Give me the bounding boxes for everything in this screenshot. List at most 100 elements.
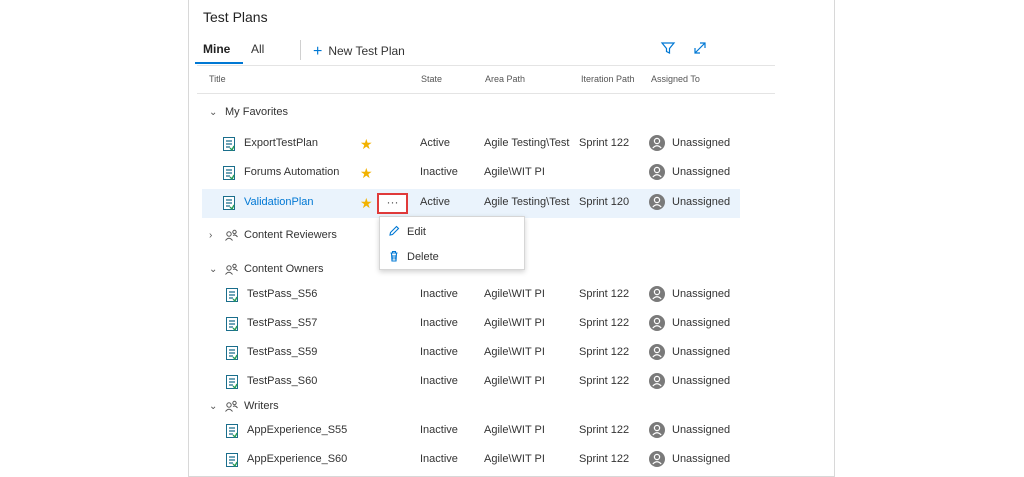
tab-all[interactable]: All xyxy=(251,42,264,56)
page-title: Test Plans xyxy=(203,9,268,25)
header-top-divider xyxy=(197,65,775,66)
test-plan-icon xyxy=(223,196,235,210)
user-avatar-icon xyxy=(649,451,665,467)
plan-area-path: Agile\WIT PI xyxy=(484,317,545,329)
plan-iteration: Sprint 122 xyxy=(579,288,630,300)
plan-iteration: Sprint 122 xyxy=(579,424,630,436)
table-row[interactable]: AppExperience_S55 Inactive Agile\WIT PI … xyxy=(202,417,740,446)
plan-assigned-to: Unassigned xyxy=(672,346,731,358)
plan-state: Inactive xyxy=(420,375,458,387)
menu-item-delete[interactable]: Delete xyxy=(388,247,518,269)
menu-item-edit[interactable]: Edit xyxy=(388,222,518,244)
group-label: Content Owners xyxy=(244,263,324,275)
column-header-iteration-path[interactable]: Iteration Path xyxy=(581,74,635,84)
plan-assigned-to: Unassigned xyxy=(672,137,731,149)
plan-state: Inactive xyxy=(420,288,458,300)
group-content-reviewers[interactable]: › Content Reviewers xyxy=(209,229,337,249)
plan-assigned-to: Unassigned xyxy=(672,453,731,465)
plan-iteration: Sprint 122 xyxy=(579,375,630,387)
favorite-star-icon[interactable]: ★ xyxy=(360,195,373,212)
plan-state: Inactive xyxy=(420,317,458,329)
test-plans-panel: Test Plans Mine All + New Test Plan Title… xyxy=(188,0,835,477)
test-plan-icon xyxy=(223,137,235,151)
favorite-star-icon[interactable]: ★ xyxy=(360,165,373,182)
plan-assigned-to: Unassigned xyxy=(672,196,731,208)
plan-name[interactable]: TestPass_S56 xyxy=(247,288,317,300)
menu-item-label: Delete xyxy=(407,251,439,263)
plan-name-link[interactable]: ValidationPlan xyxy=(244,196,314,208)
tab-mine[interactable]: Mine xyxy=(203,42,230,56)
group-my-favorites[interactable]: ⌄ My Favorites xyxy=(209,106,288,126)
plan-assigned-to: Unassigned xyxy=(672,288,731,300)
pencil-icon xyxy=(389,225,400,236)
user-avatar-icon xyxy=(649,164,665,180)
team-icon xyxy=(225,263,238,275)
plan-state: Inactive xyxy=(420,166,458,178)
column-header-assigned-to[interactable]: Assigned To xyxy=(651,74,700,84)
user-avatar-icon xyxy=(649,194,665,210)
plan-state: Active xyxy=(420,196,450,208)
user-avatar-icon xyxy=(649,422,665,438)
plan-state: Inactive xyxy=(420,453,458,465)
test-plan-icon xyxy=(226,346,238,360)
plan-iteration: Sprint 122 xyxy=(579,453,630,465)
toolbar-divider xyxy=(300,40,301,60)
plan-area-path: Agile\WIT PI xyxy=(484,375,545,387)
table-row[interactable]: TestPass_S60 Inactive Agile\WIT PI Sprin… xyxy=(202,368,740,397)
plan-area-path: Agile\WIT PI xyxy=(484,453,545,465)
table-row[interactable]: TestPass_S56 Inactive Agile\WIT PI Sprin… xyxy=(202,281,740,310)
filter-icon[interactable] xyxy=(660,40,676,56)
plan-area-path: Agile\WIT PI xyxy=(484,288,545,300)
table-row-selected[interactable]: ValidationPlan ★ Active Agile Testing\Te… xyxy=(202,189,740,218)
test-plan-icon xyxy=(223,166,235,180)
table-row[interactable]: AppExperience_S60 Inactive Agile\WIT PI … xyxy=(202,446,740,475)
table-row[interactable]: TestPass_S59 Inactive Agile\WIT PI Sprin… xyxy=(202,339,740,368)
table-row[interactable]: ExportTestPlan ★ Active Agile Testing\Te… xyxy=(202,130,740,159)
team-icon xyxy=(225,400,238,412)
context-menu: Edit Delete xyxy=(379,216,525,270)
column-header-area-path[interactable]: Area Path xyxy=(485,74,525,84)
plan-state: Inactive xyxy=(420,346,458,358)
expand-icon[interactable] xyxy=(692,40,708,56)
plan-assigned-to: Unassigned xyxy=(672,317,731,329)
plan-name[interactable]: TestPass_S60 xyxy=(247,375,317,387)
plan-name[interactable]: TestPass_S59 xyxy=(247,346,317,358)
test-plan-icon xyxy=(226,453,238,467)
user-avatar-icon xyxy=(649,286,665,302)
plan-iteration: Sprint 122 xyxy=(579,346,630,358)
team-icon xyxy=(225,229,238,241)
menu-item-label: Edit xyxy=(407,226,426,238)
table-row[interactable]: Forums Automation ★ Inactive Agile\WIT P… xyxy=(202,159,740,188)
plus-icon: + xyxy=(313,43,323,60)
plan-name[interactable]: TestPass_S57 xyxy=(247,317,317,329)
chevron-down-icon: ⌄ xyxy=(209,264,218,275)
group-label: My Favorites xyxy=(225,106,288,118)
plan-area-path: Agile Testing\Test xyxy=(484,137,570,149)
plan-name[interactable]: Forums Automation xyxy=(244,166,339,178)
test-plan-icon xyxy=(226,317,238,331)
column-header-title[interactable]: Title xyxy=(209,74,226,84)
new-test-plan-button[interactable]: + New Test Plan xyxy=(313,42,405,60)
plan-iteration: Sprint 120 xyxy=(579,196,630,208)
plan-area-path: Agile\WIT PI xyxy=(484,346,545,358)
plan-name[interactable]: AppExperience_S55 xyxy=(247,424,347,436)
new-test-plan-label: New Test Plan xyxy=(328,44,405,58)
plan-iteration: Sprint 122 xyxy=(579,317,630,329)
column-header-state[interactable]: State xyxy=(421,74,442,84)
group-content-owners[interactable]: ⌄ Content Owners xyxy=(209,263,323,283)
plan-area-path: Agile\WIT PI xyxy=(484,424,545,436)
plan-assigned-to: Unassigned xyxy=(672,424,731,436)
user-avatar-icon xyxy=(649,344,665,360)
more-actions-button[interactable]: ··· xyxy=(377,193,408,214)
plan-name[interactable]: ExportTestPlan xyxy=(244,137,318,149)
header-bottom-divider xyxy=(197,93,775,94)
group-label: Content Reviewers xyxy=(244,229,337,241)
chevron-right-icon: › xyxy=(209,230,213,241)
plan-state: Inactive xyxy=(420,424,458,436)
plan-iteration: Sprint 122 xyxy=(579,137,630,149)
plan-assigned-to: Unassigned xyxy=(672,166,731,178)
table-row[interactable]: TestPass_S57 Inactive Agile\WIT PI Sprin… xyxy=(202,310,740,339)
plan-name[interactable]: AppExperience_S60 xyxy=(247,453,347,465)
chevron-down-icon: ⌄ xyxy=(209,401,218,412)
favorite-star-icon[interactable]: ★ xyxy=(360,136,373,153)
